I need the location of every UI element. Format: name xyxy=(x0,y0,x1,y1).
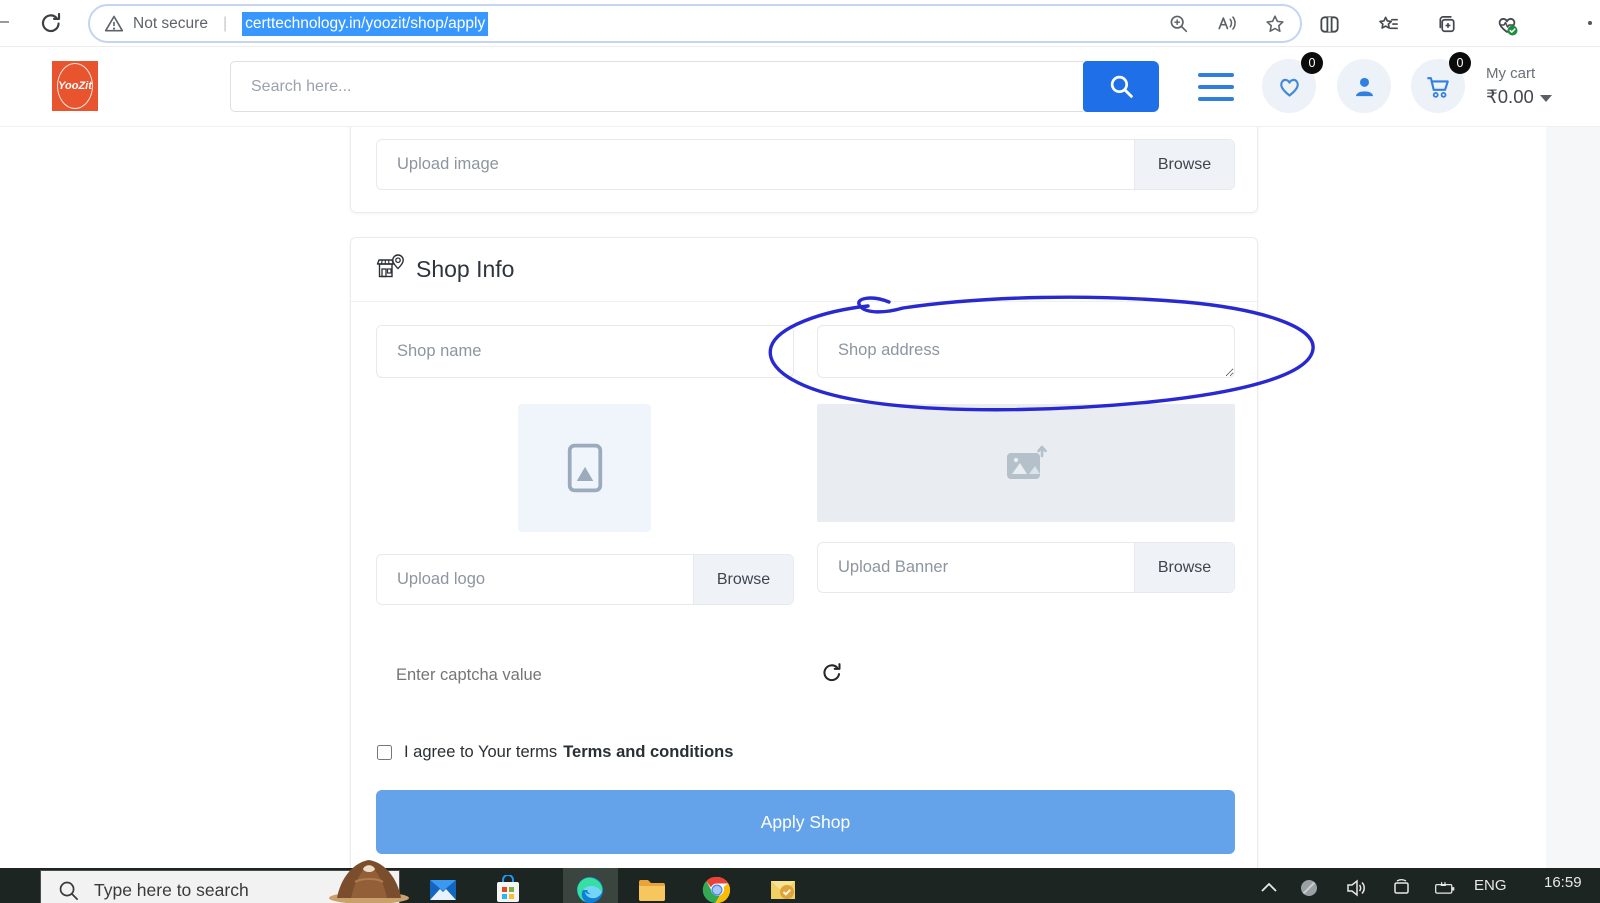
my-cart-label: My cart xyxy=(1486,65,1535,82)
user-icon xyxy=(1351,73,1378,100)
file-explorer-icon[interactable] xyxy=(637,875,667,903)
browser-chrome: Not secure | certtechnology.in/yoozit/sh… xyxy=(0,0,1600,47)
split-screen-icon[interactable] xyxy=(1318,13,1340,35)
cart-dropdown-caret[interactable] xyxy=(1540,95,1552,102)
upload-image-browse-button[interactable]: Browse xyxy=(1134,140,1234,189)
mail-app-icon[interactable] xyxy=(428,875,458,903)
account-button[interactable] xyxy=(1337,59,1391,113)
captcha-input[interactable] xyxy=(376,650,796,700)
back-icon[interactable] xyxy=(0,21,9,23)
cart-icon xyxy=(1424,72,1453,101)
menu-icon[interactable] xyxy=(1198,73,1234,101)
upload-logo-browse-button[interactable]: Browse xyxy=(693,555,793,604)
banner-preview-placeholder[interactable] xyxy=(817,404,1235,522)
apply-shop-button[interactable]: Apply Shop xyxy=(376,790,1235,854)
upload-banner-input[interactable] xyxy=(818,543,1134,592)
outlook-mail-icon[interactable] xyxy=(768,875,798,903)
image-upload-icon xyxy=(1004,444,1048,482)
terms-text: I agree to Your terms xyxy=(404,743,557,762)
windows-taskbar: ENG 16:59 xyxy=(0,868,1600,903)
address-bar[interactable]: Not secure | certtechnology.in/yoozit/sh… xyxy=(88,4,1302,43)
shop-address-textarea[interactable] xyxy=(817,325,1235,378)
search-button[interactable] xyxy=(1083,61,1159,112)
battery-icon[interactable] xyxy=(1434,877,1456,899)
search-icon xyxy=(1108,73,1135,100)
favorites-bar-icon[interactable] xyxy=(1377,13,1399,35)
volume-icon[interactable] xyxy=(1345,877,1367,899)
taskbar-search-input[interactable] xyxy=(94,880,324,901)
collections-icon[interactable] xyxy=(1436,13,1458,35)
search-input[interactable] xyxy=(230,61,1083,112)
image-placeholder-icon xyxy=(565,443,605,493)
cart-total[interactable]: ₹0.00 xyxy=(1486,86,1534,108)
logo-text: YooZit xyxy=(58,80,92,92)
upload-banner-browse-button[interactable]: Browse xyxy=(1134,543,1234,592)
taskbar-search-icon xyxy=(57,879,80,902)
omnibox-divider: | xyxy=(223,15,227,33)
chrome-browser-icon[interactable] xyxy=(702,875,732,903)
wishlist-badge: 0 xyxy=(1301,52,1323,74)
page-content: Browse Shop Info Browse Browse xyxy=(0,127,1600,868)
site-header: YooZit 0 0 My cart ₹0.00 xyxy=(0,47,1600,127)
page-gutter xyxy=(1546,127,1600,868)
heart-icon xyxy=(1276,73,1303,100)
zoom-icon[interactable] xyxy=(1168,13,1190,35)
not-secure-warning-icon[interactable] xyxy=(104,14,124,34)
captcha-refresh-icon[interactable] xyxy=(819,660,845,686)
favorite-star-icon[interactable] xyxy=(1264,13,1286,35)
shop-info-card: Shop Info Browse Browse I agree to Your … xyxy=(350,237,1258,882)
browser-essentials-icon[interactable] xyxy=(1495,13,1517,35)
language-indicator[interactable]: ENG xyxy=(1474,877,1507,894)
edge-browser-icon[interactable] xyxy=(575,875,605,903)
cart-badge: 0 xyxy=(1449,52,1471,74)
settings-menu-icon[interactable] xyxy=(1588,21,1592,25)
not-secure-label[interactable]: Not secure xyxy=(133,15,208,33)
terms-and-conditions-link[interactable]: Terms and conditions xyxy=(563,743,733,762)
upload-image-input[interactable] xyxy=(377,140,1134,189)
read-aloud-icon[interactable] xyxy=(1216,13,1238,35)
clock[interactable]: 16:59 xyxy=(1544,874,1582,891)
network-icon[interactable] xyxy=(1392,877,1414,899)
card-title: Shop Info xyxy=(416,256,514,283)
upload-image-card: Browse xyxy=(350,117,1258,213)
microsoft-store-icon[interactable] xyxy=(493,875,523,903)
logo-preview-placeholder[interactable] xyxy=(518,404,651,532)
shop-name-input[interactable] xyxy=(377,326,793,377)
tray-status-icon[interactable] xyxy=(1298,877,1320,899)
search-highlight-image[interactable] xyxy=(325,856,413,903)
refresh-icon[interactable] xyxy=(38,10,64,36)
tray-chevron-icon[interactable] xyxy=(1258,877,1280,899)
shop-icon xyxy=(376,253,406,286)
yoozit-logo[interactable]: YooZit xyxy=(52,61,98,111)
url-text[interactable]: certtechnology.in/yoozit/shop/apply xyxy=(242,12,488,36)
terms-checkbox[interactable] xyxy=(377,745,392,760)
upload-logo-input[interactable] xyxy=(377,555,693,604)
